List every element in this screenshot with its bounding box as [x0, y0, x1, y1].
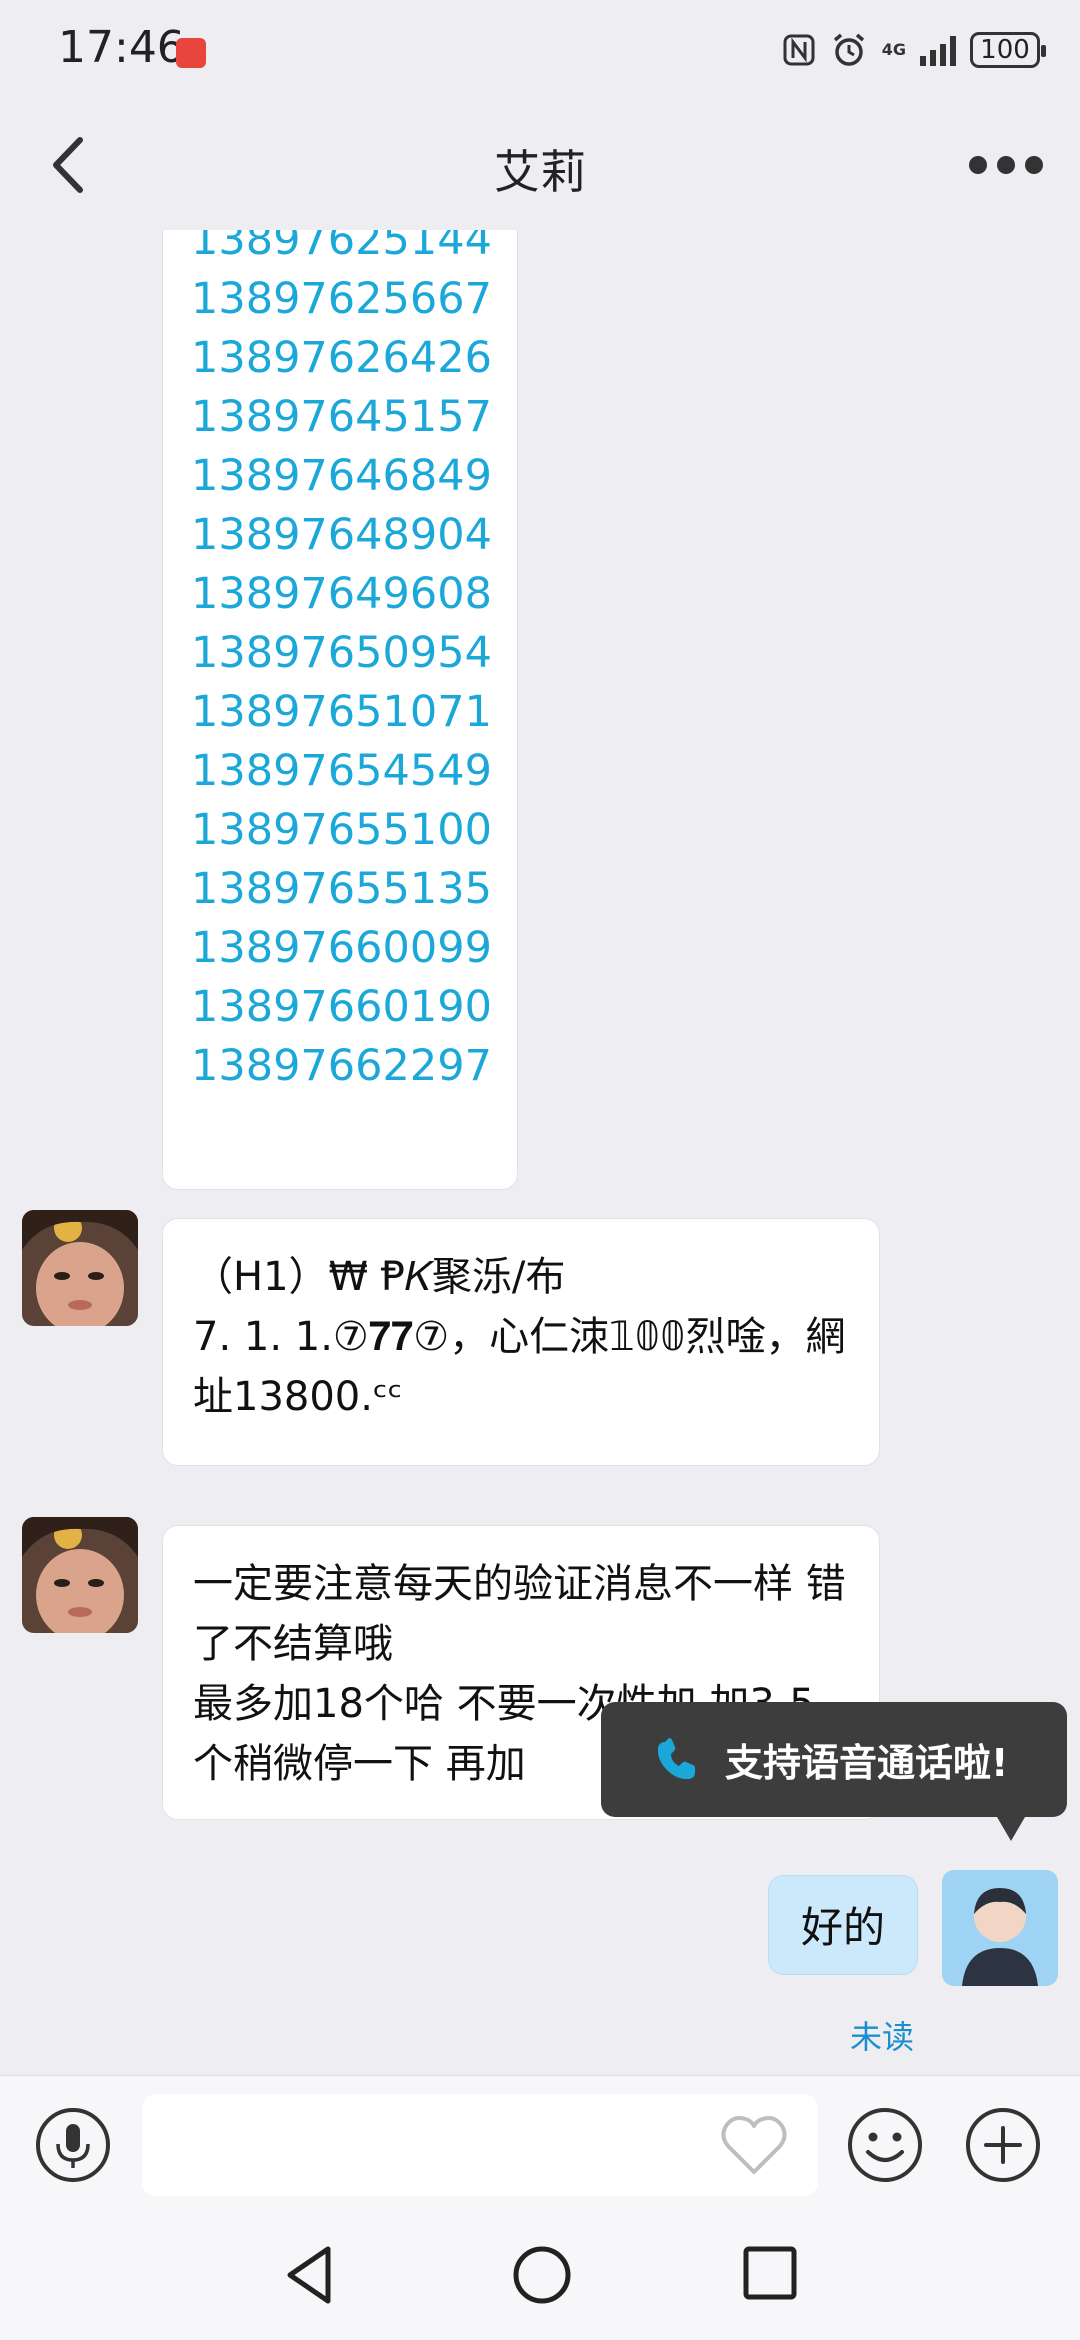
message-input[interactable]: [142, 2094, 818, 2196]
phone-number-link[interactable]: 13897649608: [191, 565, 492, 624]
input-bar: [0, 2075, 1080, 2213]
phone-number-link[interactable]: 13897660190: [191, 978, 492, 1037]
voice-input-button[interactable]: [34, 2106, 112, 2184]
phone-number-link[interactable]: 13897646849: [191, 447, 492, 506]
plus-icon: [966, 2108, 1040, 2182]
chat-header: 艾莉: [0, 100, 1080, 230]
alarm-icon: [833, 33, 864, 66]
nav-home-button[interactable]: [510, 2243, 574, 2307]
emoji-icon: [848, 2108, 922, 2182]
emoji-button[interactable]: [846, 2106, 924, 2184]
phone-number-link[interactable]: 13897625144: [191, 230, 492, 270]
nfc-icon: [783, 34, 815, 66]
phone-number-link[interactable]: 13897651071: [191, 683, 492, 742]
contact-avatar[interactable]: [22, 1517, 138, 1633]
tooltip-text: 支持语音通话啦!: [725, 1741, 1009, 1785]
nav-recents-button[interactable]: [742, 2245, 798, 2301]
voice-call-tooltip[interactable]: 支持语音通话啦!: [601, 1702, 1067, 1841]
phone-number-link[interactable]: 13897625667: [191, 270, 492, 329]
signal-icon: [920, 34, 956, 66]
unread-status: 未读: [850, 2018, 915, 2056]
status-icons: 4G 100: [782, 28, 1046, 72]
circle-home-icon: [513, 2246, 571, 2304]
phone-number-link[interactable]: 13897660099: [191, 919, 492, 978]
phone-number-link[interactable]: 13897648904: [191, 506, 492, 565]
nav-back-button[interactable]: [280, 2243, 340, 2307]
battery-icon: 100: [970, 32, 1046, 68]
phone-number-link[interactable]: 13897645157: [191, 388, 492, 447]
phone-number-link[interactable]: 13897654549: [191, 742, 492, 801]
my-avatar[interactable]: [942, 1870, 1058, 1986]
network-type: 4G: [881, 40, 906, 59]
sent-message[interactable]: 好的: [768, 1875, 918, 1975]
more-icon: [969, 156, 987, 174]
message-text: 好的: [801, 1903, 886, 1952]
chat-title: 艾莉: [494, 145, 586, 199]
heart-icon[interactable]: [718, 2112, 790, 2178]
received-message[interactable]: （H1）₩ Ᵽ𝐾聚泺/布 7. 1. 1.⑦𝟕𝟕⑦，心仁洓𝟙𝟘𝟘烈唫，網址138…: [162, 1218, 880, 1466]
phone-number-link[interactable]: 13897655135: [191, 860, 492, 919]
plus-button[interactable]: [964, 2106, 1042, 2184]
phone-number-list-bubble: 13897620771 1389762514413897625667138976…: [162, 230, 518, 1190]
message-text: （H1）₩ Ᵽ𝐾聚泺/布 7. 1. 1.⑦𝟕𝟕⑦，心仁洓𝟙𝟘𝟘烈唫，網址138…: [193, 1254, 846, 1420]
square-recents-icon: [743, 2246, 797, 2300]
phone-number-link[interactable]: 13897650954: [191, 624, 492, 683]
more-button[interactable]: [966, 150, 1046, 180]
system-nav-bar: [0, 2213, 1080, 2340]
status-bar: 17:46 4G 100: [0, 0, 1080, 100]
phone-number-link[interactable]: 13897626426: [191, 329, 492, 388]
phone-number-link[interactable]: 13897662297: [191, 1037, 492, 1096]
app-notification-icon: [176, 38, 206, 68]
phone-icon: [657, 1738, 695, 1780]
phone-number-link[interactable]: 13897655100: [191, 801, 492, 860]
status-time: 17:46: [58, 22, 185, 73]
message-list[interactable]: 13897620771 1389762514413897625667138976…: [0, 230, 1080, 2075]
triangle-back-icon: [287, 2246, 331, 2304]
contact-avatar[interactable]: [22, 1210, 138, 1326]
microphone-icon: [56, 2124, 90, 2168]
